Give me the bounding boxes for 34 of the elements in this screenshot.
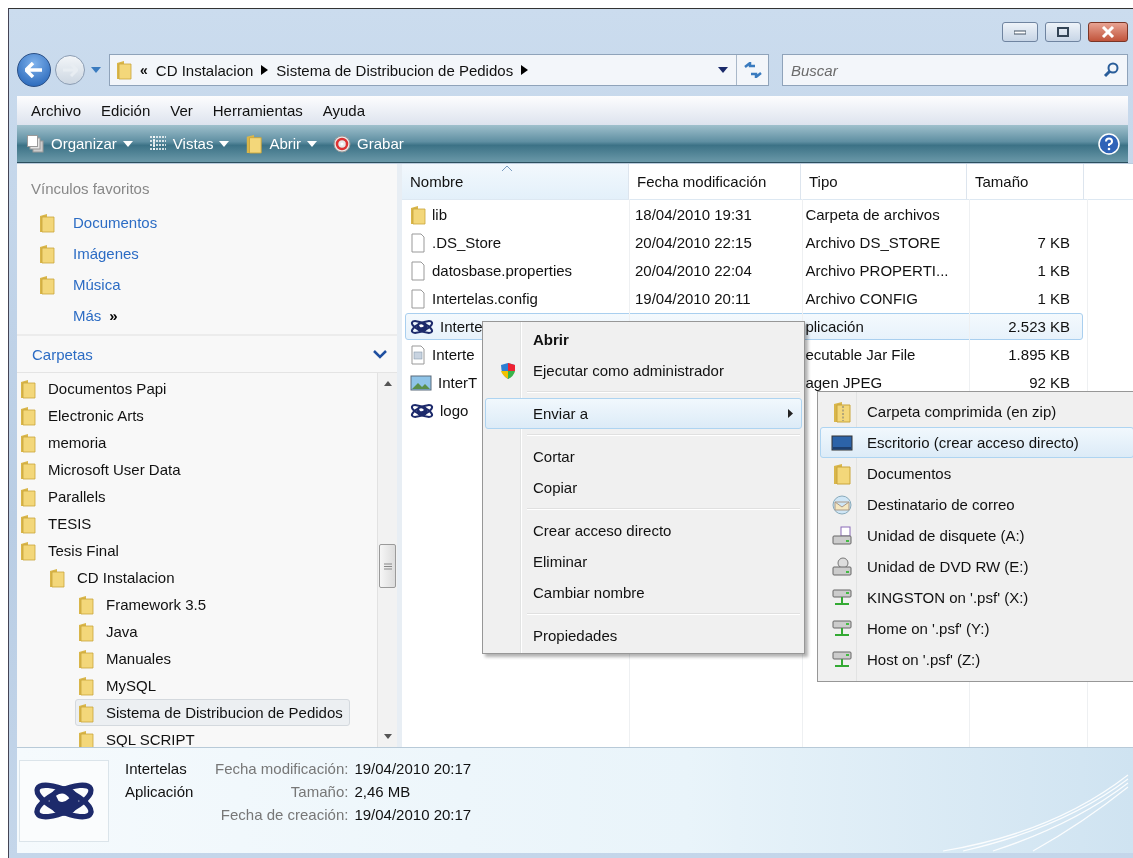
property-value: 19/04/2010 20:17 <box>354 760 472 777</box>
property-label: Fecha modificación: <box>215 760 349 777</box>
file-type: Archivo PROPERTI... <box>805 262 949 279</box>
file-type: Archivo CONFIG <box>805 290 918 307</box>
file-name: Intertelas.config <box>432 290 538 307</box>
file-date: 18/04/2010 19:31 <box>634 206 752 223</box>
file-name: lib <box>432 206 447 223</box>
file-date: 20/04/2010 22:15 <box>634 234 752 251</box>
file-size: 7 KB <box>1037 234 1070 251</box>
file-type: plicación <box>805 318 864 335</box>
file-size: 1 KB <box>1037 262 1070 279</box>
file-name: InterT <box>438 374 478 391</box>
file-date: 20/04/2010 22:04 <box>634 262 752 279</box>
file-name: datosbase.properties <box>432 262 573 279</box>
favorites-heading: Vínculos favoritos <box>31 180 151 199</box>
file-size: 92 KB <box>1029 374 1070 391</box>
file-name: .DS_Store <box>432 234 502 251</box>
details-file-type: Aplicación <box>125 783 195 800</box>
file-size: 2.523 KB <box>1008 318 1070 335</box>
file-date: 19/04/2010 20:11 <box>634 290 751 307</box>
property-label: Fecha de creación: <box>219 806 349 823</box>
file-size: 1.895 KB <box>1008 346 1070 363</box>
details-file-name: Intertelas <box>125 760 188 777</box>
property-label: Tamaño: <box>289 783 349 800</box>
file-type: Archivo DS_STORE <box>805 234 941 251</box>
file-type: agen JPEG <box>805 374 883 391</box>
file-size: 1 KB <box>1037 290 1070 307</box>
file-type: Carpeta de archivos <box>805 206 940 223</box>
property-value: 19/04/2010 20:17 <box>354 806 472 823</box>
file-name: logo <box>440 402 469 419</box>
file-type: ecutable Jar File <box>805 346 916 363</box>
property-value: 2,46 MB <box>354 783 412 800</box>
file-name: Interte <box>440 318 483 335</box>
file-name: Interte <box>432 346 475 363</box>
